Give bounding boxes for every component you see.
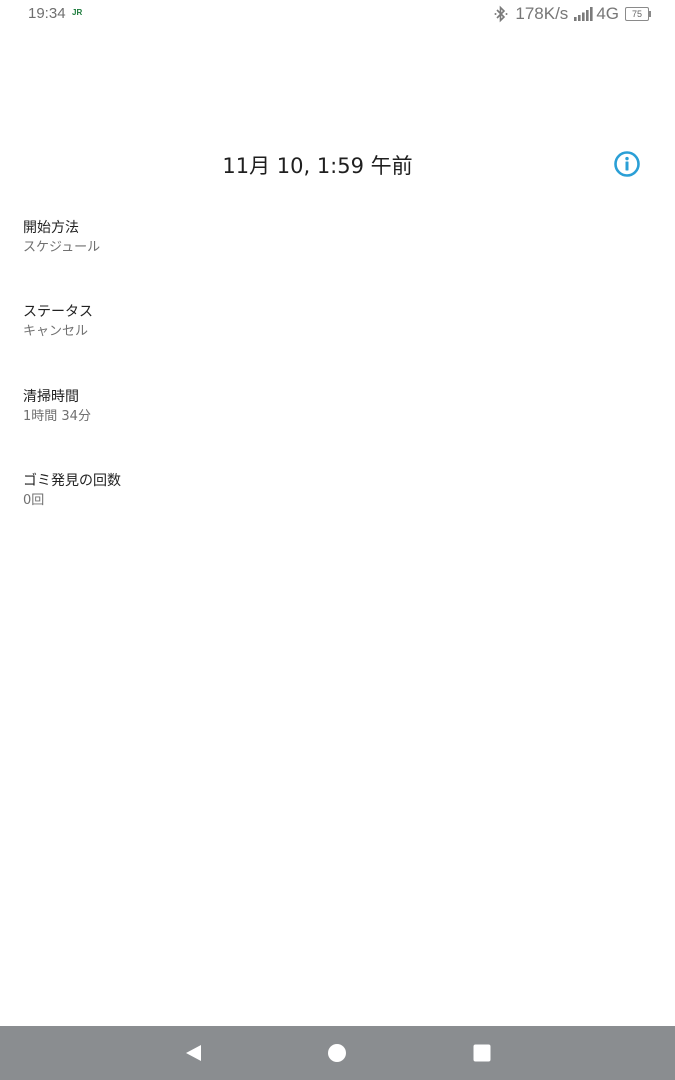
detail-label: 開始方法 (23, 220, 79, 236)
network-speed: 178K/s (515, 4, 569, 23)
status-time: 19:34 (28, 5, 66, 22)
detail-label: ステータス (23, 304, 93, 320)
back-button[interactable] (184, 1043, 204, 1063)
bluetooth-icon (494, 5, 508, 23)
recent-apps-button[interactable] (472, 1043, 492, 1063)
detail-value: キャンセル (23, 324, 89, 339)
detail-label: ゴミ発見の回数 (23, 473, 121, 489)
battery-icon: 75 (625, 7, 651, 21)
page-title: 11月 10, 1:59 午前 (222, 154, 413, 178)
signal-strength-icon (574, 7, 593, 21)
navigation-bar (0, 1026, 675, 1080)
detail-value: 1時間 34分 (23, 409, 91, 424)
info-button[interactable] (613, 150, 641, 178)
detail-start-method: 開始方法 スケジュール (23, 219, 100, 257)
network-type: 4G (596, 4, 619, 23)
detail-value: 0回 (23, 493, 45, 508)
home-button[interactable] (327, 1043, 347, 1063)
status-bar: 19:34 JR 178K/s 4G 75 (0, 0, 675, 28)
detail-value: スケジュール (23, 240, 101, 255)
home-circle-icon (328, 1044, 346, 1062)
status-indicators: 178K/s 4G 75 (493, 3, 651, 25)
detail-label: 清掃時間 (23, 389, 79, 405)
back-triangle-icon (186, 1045, 201, 1061)
detail-cleaning-time: 清掃時間 1時間 34分 (23, 388, 91, 426)
carrier-badge: JR (72, 8, 83, 17)
detail-status: ステータス キャンセル (23, 303, 93, 341)
recent-apps-square-icon (473, 1044, 491, 1062)
battery-level: 75 (631, 9, 642, 19)
detail-dirt-detected-count: ゴミ発見の回数 0回 (23, 472, 121, 510)
info-icon (614, 151, 640, 177)
